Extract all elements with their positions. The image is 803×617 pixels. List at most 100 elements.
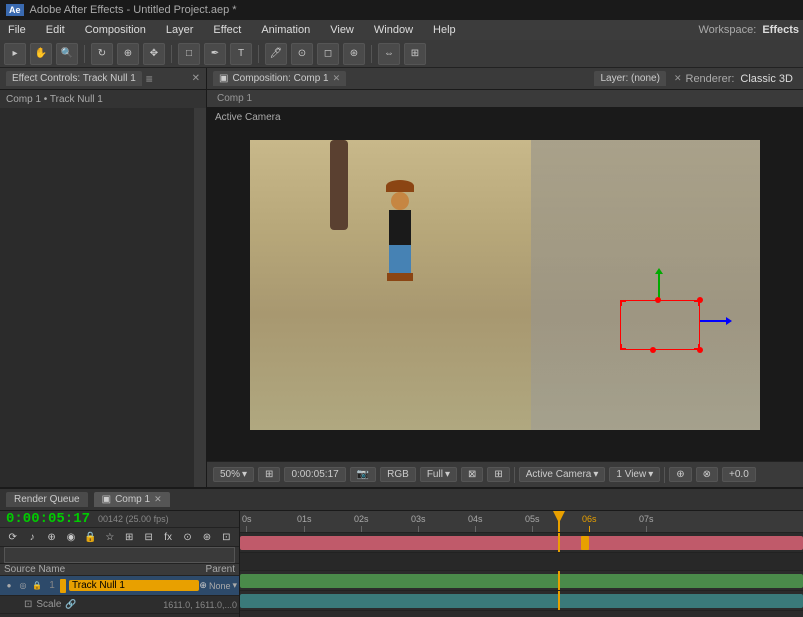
snapshot-btn[interactable]: 📷 (350, 467, 376, 482)
timeline-ruler[interactable]: 0s 01s 02s 03s 04s (240, 511, 803, 533)
tl-motion-btn[interactable]: ⊙ (179, 528, 196, 546)
search-input[interactable] (4, 547, 235, 563)
composition-tab[interactable]: ▣ Composition: Comp 1 ✕ (213, 71, 346, 86)
effect-controls-tab[interactable]: Effect Controls: Track Null 1 (6, 71, 142, 86)
preview-time[interactable]: 0:00:05:17 (284, 467, 345, 482)
tool-puppet[interactable]: ⊛ (343, 43, 365, 65)
left-scrollbar[interactable] (194, 108, 206, 487)
tool-hand[interactable]: ✋ (30, 43, 52, 65)
zoom-control[interactable]: 50% ▾ (213, 467, 254, 482)
tool-orbit[interactable]: ⊕ (117, 43, 139, 65)
tool-brush[interactable]: 🖊 (265, 43, 287, 65)
render-queue-tab[interactable]: Render Queue (6, 492, 88, 507)
menu-layer[interactable]: Layer (162, 22, 198, 38)
layer1-name: Track Null 1 (69, 580, 199, 591)
x-axis-arrow (700, 320, 730, 322)
viewport-controls: 50% ▾ ⊞ 0:00:05:17 📷 RGB Full ▾ ⊠ ⊞ Acti… (207, 461, 803, 487)
tl-fx-btn[interactable]: fx (159, 528, 176, 546)
reset-exposure[interactable]: +0.0 (722, 467, 756, 482)
tool-eraser[interactable]: ◻ (317, 43, 339, 65)
layer-panel-tab[interactable]: Layer: (none) (594, 71, 665, 86)
camera-dropdown[interactable]: Active Camera ▾ (519, 467, 606, 482)
time-display: 0:00:05:17 (291, 469, 338, 480)
layer1-parent-icon: ⊕ (199, 580, 207, 591)
comp1-close[interactable]: ✕ (154, 494, 162, 505)
track-bar-1 (240, 536, 803, 550)
tool-move3d[interactable]: ⇔ (378, 43, 400, 65)
search-area (0, 547, 239, 564)
tl-loop-btn[interactable]: ⟳ (4, 528, 21, 546)
menu-file[interactable]: File (4, 22, 30, 38)
timeline-body: 0:00:05:17 00142 (25.00 fps) ⟳ ♪ ⊕ ◉ 🔒 ☆… (0, 511, 803, 617)
breadcrumb-text: Comp 1 • Track Null 1 (6, 94, 103, 105)
tl-lock-btn[interactable]: 🔒 (82, 528, 99, 546)
menu-composition[interactable]: Composition (81, 22, 150, 38)
layer1-solo[interactable]: ◎ (16, 579, 30, 593)
tl-audio-btn[interactable]: ♪ (23, 528, 40, 546)
region-btn[interactable]: ⊠ (461, 467, 483, 482)
layer1-scale-value[interactable]: 1611.0, 1611.0,...0 (163, 600, 237, 610)
timeline-left: 0:00:05:17 00142 (25.00 fps) ⟳ ♪ ⊕ ◉ 🔒 ☆… (0, 511, 240, 617)
tool-text[interactable]: T (230, 43, 252, 65)
menu-effect[interactable]: Effect (209, 22, 245, 38)
tl-solo-btn[interactable]: ◉ (62, 528, 79, 546)
tl-collapse-btn[interactable]: ⊞ (121, 528, 138, 546)
menu-view[interactable]: View (326, 22, 358, 38)
quality-control[interactable]: ⊞ (258, 467, 280, 482)
tool-rect[interactable]: □ (178, 43, 200, 65)
person-figure (380, 180, 420, 280)
ruler-0s: 0s (242, 514, 252, 532)
quality-dropdown[interactable]: Full ▾ (420, 467, 457, 482)
timecode: 0:00:05:17 (6, 511, 90, 527)
views-dropdown[interactable]: 1 View ▾ (609, 467, 660, 482)
tl-adjust-btn[interactable]: ⊛ (198, 528, 215, 546)
comp1-tab[interactable]: ▣ Comp 1 ✕ (94, 492, 170, 507)
ruler-04s: 04s (468, 514, 483, 532)
tl-overlay-btn[interactable]: ⊕ (43, 528, 60, 546)
tool-rotate[interactable]: ↻ (91, 43, 113, 65)
playhead-diamond (553, 511, 565, 523)
comp-close-icon[interactable]: ✕ (333, 73, 341, 84)
tool-pan[interactable]: ✥ (143, 43, 165, 65)
ruler-01s: 01s (297, 514, 312, 532)
ruler-02s: 02s (354, 514, 369, 532)
transparency-btn[interactable]: ⊞ (487, 467, 509, 482)
toolbar: ▸ ✋ 🔍 ↻ ⊕ ✥ □ ✒ T 🖊 ⊙ ◻ ⊛ ⇔ ⊞ (0, 40, 803, 68)
menu-window[interactable]: Window (370, 22, 417, 38)
layer1-visibility[interactable]: ● (2, 579, 16, 593)
panel-menu-icon[interactable]: ≡ (146, 72, 153, 86)
layer1-parent[interactable]: None (209, 581, 231, 591)
layer1-num: 1 (44, 580, 60, 591)
active-camera-label: Active Camera (215, 112, 281, 123)
track-bar-2 (240, 574, 803, 588)
panel-close-icon[interactable]: ✕ (192, 73, 200, 84)
composition-title: Composition: Comp 1 (232, 73, 328, 84)
tool-zoom[interactable]: 🔍 (56, 43, 78, 65)
layer-panel-close[interactable]: ✕ (674, 73, 682, 84)
tool-stamp[interactable]: ⊙ (291, 43, 313, 65)
canvas-area[interactable] (250, 140, 760, 430)
layer-row-1[interactable]: ● ◎ 🔒 1 Track Null 1 ⊕ None ▾ (0, 576, 239, 596)
playhead-track1 (558, 533, 560, 552)
track-bar-3 (240, 594, 803, 608)
ruler-05s: 05s (525, 514, 540, 532)
render-shortcuts[interactable]: ⊕ (669, 467, 691, 482)
tl-shy-btn[interactable]: ☆ (101, 528, 118, 546)
tool-select[interactable]: ▸ (4, 43, 26, 65)
tl-mode-btn[interactable]: ⊟ (140, 528, 157, 546)
renderer-label: Renderer: (686, 73, 735, 85)
tool-pen[interactable]: ✒ (204, 43, 226, 65)
show-channel[interactable]: RGB (380, 467, 416, 482)
tl-guide-btn[interactable]: ⊡ (218, 528, 235, 546)
app-icon: Ae (6, 4, 24, 16)
menu-animation[interactable]: Animation (257, 22, 314, 38)
menu-edit[interactable]: Edit (42, 22, 69, 38)
effect-controls-label: Effect Controls: Track Null 1 (12, 73, 136, 84)
layer1-lock[interactable]: 🔒 (30, 579, 44, 593)
menu-help[interactable]: Help (429, 22, 460, 38)
center-panel: ▣ Composition: Comp 1 ✕ Layer: (none) ✕ … (207, 68, 803, 487)
comp-flow-btn[interactable]: ⊗ (696, 467, 718, 482)
ruler-07s: 07s (639, 514, 654, 532)
tracker-box (620, 300, 700, 350)
tool-camera3d[interactable]: ⊞ (404, 43, 426, 65)
